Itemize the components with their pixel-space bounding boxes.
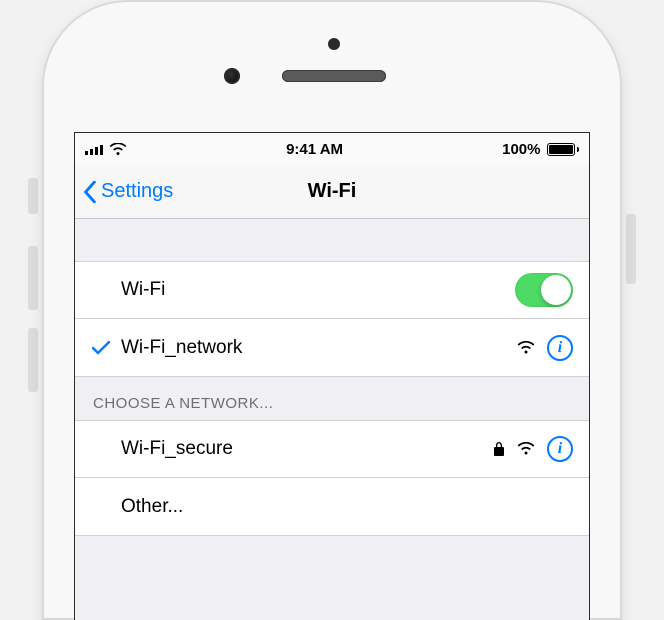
lock-icon <box>493 441 505 457</box>
wifi-status-icon <box>109 143 127 156</box>
info-icon[interactable]: i <box>547 335 573 361</box>
network-name: Wi-Fi_secure <box>121 438 493 460</box>
other-network-label: Other... <box>121 496 573 518</box>
navigation-bar: Settings Wi-Fi <box>75 165 589 219</box>
cellular-signal-icon <box>85 143 103 155</box>
choose-network-header: CHOOSE A NETWORK... <box>75 377 589 420</box>
power-button <box>626 214 636 284</box>
bezel-top <box>42 30 622 148</box>
battery-icon <box>547 143 580 156</box>
other-network-row[interactable]: Other... <box>75 478 589 536</box>
volume-up-button <box>28 246 38 310</box>
checkmark-icon <box>89 340 113 356</box>
screen: 9:41 AM 100% Settings Wi-Fi Wi-Fi <box>74 132 590 620</box>
battery-percentage: 100% <box>502 141 540 158</box>
back-button[interactable]: Settings <box>75 180 173 203</box>
connected-network-name: Wi-Fi_network <box>121 337 517 359</box>
content-area: Wi-Fi Wi-Fi_network i <box>75 219 589 620</box>
wifi-toggle-label: Wi-Fi <box>121 279 515 301</box>
status-time: 9:41 AM <box>286 141 343 158</box>
chevron-left-icon <box>83 181 97 203</box>
proximity-sensor <box>328 38 340 50</box>
wifi-signal-icon <box>517 341 535 355</box>
device-frame: 9:41 AM 100% Settings Wi-Fi Wi-Fi <box>42 0 622 620</box>
mute-switch <box>28 178 38 214</box>
wifi-signal-icon <box>517 442 535 456</box>
connected-network-row[interactable]: Wi-Fi_network i <box>75 319 589 377</box>
info-icon[interactable]: i <box>547 436 573 462</box>
front-camera <box>224 68 240 84</box>
status-bar: 9:41 AM 100% <box>75 133 589 165</box>
volume-down-button <box>28 328 38 392</box>
wifi-toggle[interactable] <box>515 273 573 307</box>
wifi-toggle-row: Wi-Fi <box>75 261 589 319</box>
earpiece-speaker <box>282 70 386 82</box>
back-label: Settings <box>101 180 173 203</box>
network-row[interactable]: Wi-Fi_secure i <box>75 420 589 478</box>
